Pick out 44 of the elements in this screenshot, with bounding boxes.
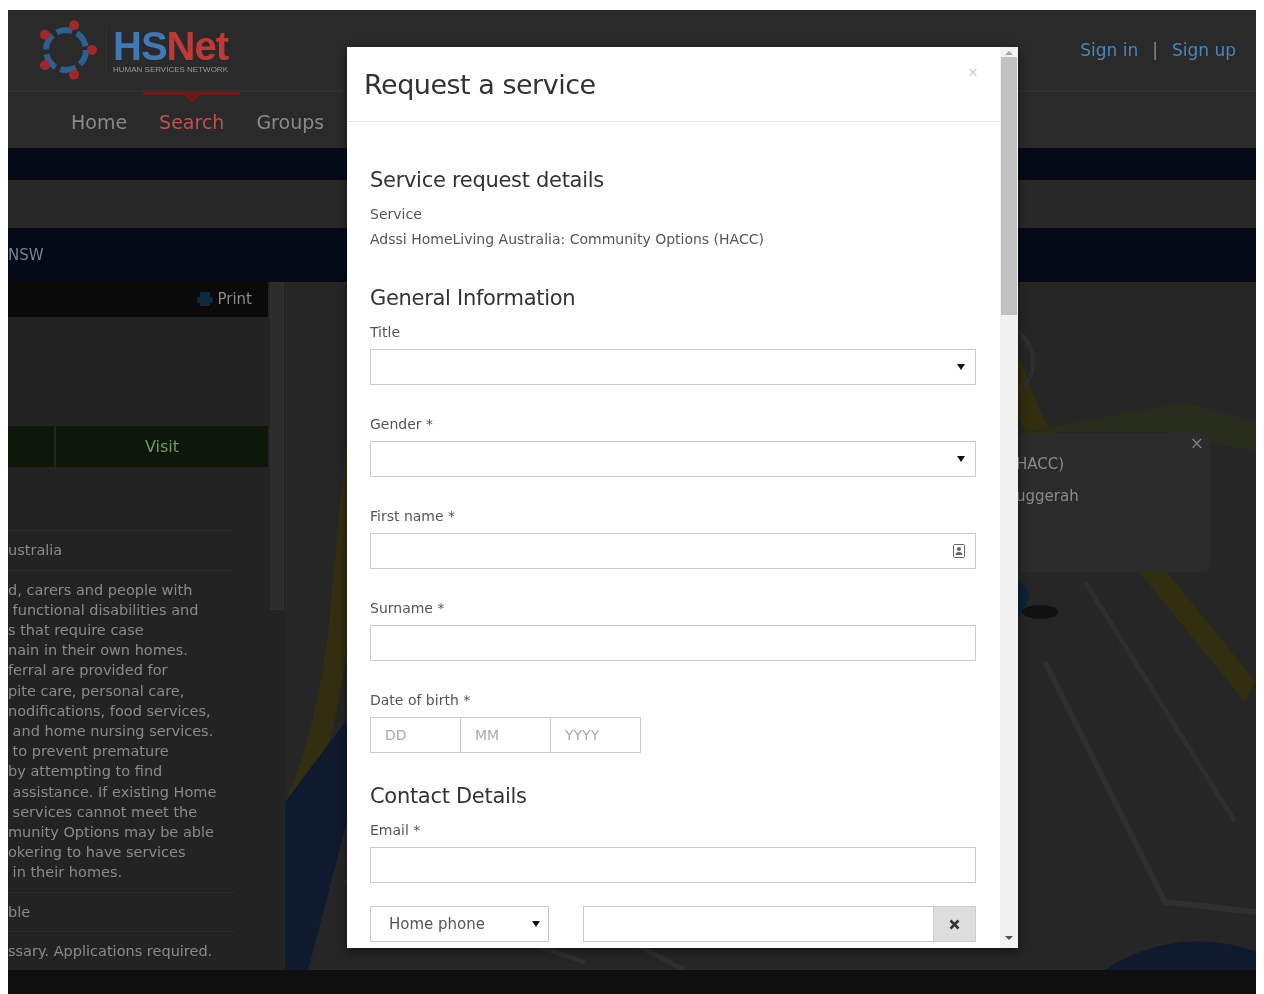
- section-heading: Service request details: [370, 168, 605, 192]
- field-label: Date of birth *: [370, 692, 472, 709]
- input-field[interactable]: [370, 533, 976, 569]
- caret-icon: [532, 921, 540, 927]
- clear-button[interactable]: [933, 907, 975, 941]
- date-part-field[interactable]: MM: [460, 717, 551, 753]
- caret-icon: [957, 456, 965, 462]
- info-text: uggerah: [1015, 487, 1080, 505]
- select-field[interactable]: [370, 349, 976, 385]
- service-name: Adssi HomeLiving Australia: Community Options (HACC): [370, 231, 765, 248]
- phone-field[interactable]: [583, 906, 976, 942]
- location-text: NSW: [8, 246, 44, 264]
- scrollbar[interactable]: [1000, 47, 1018, 948]
- close-icon: [949, 918, 960, 930]
- field-label: Title: [370, 324, 401, 341]
- date-part-field[interactable]: YYYY: [550, 717, 641, 753]
- section-heading: Contact Details: [370, 784, 528, 808]
- printer-icon: [197, 292, 214, 307]
- input-field[interactable]: [370, 847, 976, 883]
- field-label: First name *: [370, 508, 457, 525]
- dialog-title: Request a service: [364, 68, 596, 100]
- section-heading: General Information: [370, 286, 577, 310]
- contact-card-icon: [953, 544, 965, 558]
- sign-in-link[interactable]: Sign in: [1080, 40, 1139, 60]
- sign-up-link[interactable]: Sign up: [1171, 40, 1236, 60]
- field-label: Surname *: [370, 600, 446, 617]
- date-part-field[interactable]: DD: [370, 717, 461, 753]
- phone-type-select[interactable]: Home phone: [370, 906, 549, 942]
- input-field[interactable]: [370, 625, 976, 661]
- close-button[interactable]: ×: [1189, 433, 1204, 453]
- logo-wordmark: HSNet: [113, 26, 229, 65]
- detail-text: ble: [8, 891, 234, 931]
- detail-text: d, carers and people with functional disabilities and s that require case nain in their own homes. ferral are provided for pite care, personal care, nodifications, food services, and home nursing services. to prevent premature by attempting to find assistance. If existing Home services cannot meet the munity Options may be able okering to have services in their homes.: [8, 569, 234, 892]
- logo-tagline: HUMAN SERVICES NETWORK: [113, 64, 229, 74]
- nav-tab[interactable]: Home: [55, 92, 144, 148]
- print-button[interactable]: Print: [197, 290, 252, 309]
- nav-tab[interactable]: Groups: [240, 92, 341, 148]
- field-label: Gender *: [370, 416, 435, 433]
- detail-text: ustralia: [8, 530, 234, 570]
- field-label: Email *: [370, 822, 422, 839]
- select-field[interactable]: [370, 441, 976, 477]
- field-label: Service: [370, 206, 423, 223]
- caret-icon: [957, 364, 965, 370]
- link-separator: |: [1152, 40, 1158, 60]
